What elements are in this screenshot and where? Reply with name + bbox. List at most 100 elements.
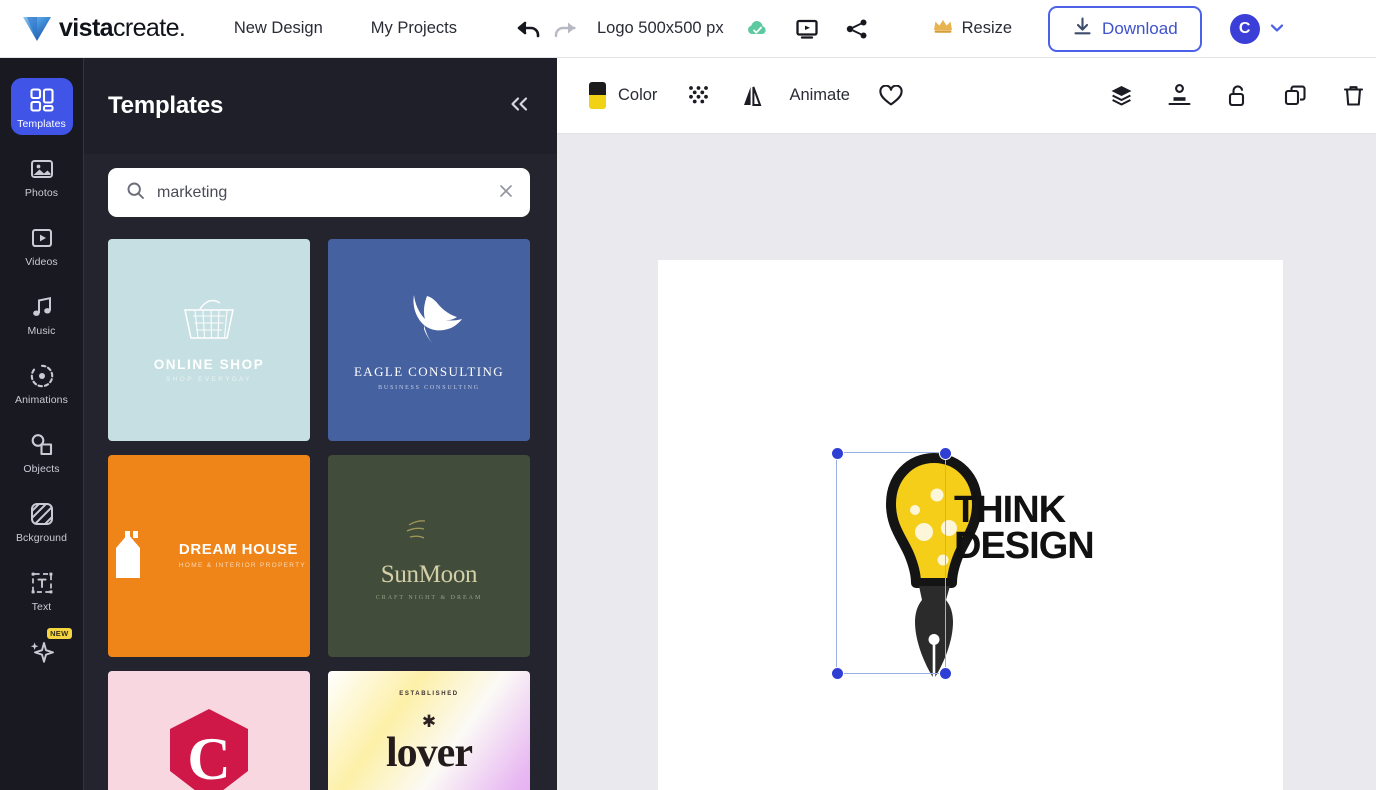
double-chevron-left-icon[interactable]: [507, 94, 531, 118]
avatar[interactable]: C: [1229, 13, 1260, 44]
search-input[interactable]: [157, 183, 486, 202]
template-subtitle: ESTABLISHED: [399, 691, 459, 697]
unlock-icon[interactable]: [1218, 77, 1256, 115]
template-card-eagle-consulting[interactable]: EAGLE CONSULTING BUSINESS CONSULTING: [328, 239, 530, 441]
new-badge: NEW: [47, 628, 72, 639]
sidebar-item-photos[interactable]: Photos: [11, 147, 73, 204]
template-title: SunMoon: [380, 561, 478, 588]
logo-text-line2: DESIGN: [954, 525, 1095, 568]
design-canvas[interactable]: THINK DESIGN: [658, 260, 1283, 790]
template-subtitle: HOME & INTERIOR PROPERTY: [178, 562, 307, 570]
sidebar-item-animations[interactable]: Animations: [11, 354, 73, 411]
brand-name: vistacreate: [59, 14, 179, 42]
cloud-saved-icon[interactable]: [740, 12, 774, 46]
top-header: vistacreate . New Design My Projects Log…: [0, 0, 1376, 58]
canvas-toolbar: Color Animate: [557, 58, 1376, 134]
animate-label[interactable]: Animate: [789, 86, 850, 105]
nav-new-design[interactable]: New Design: [234, 19, 323, 38]
sidebar-item-label: Photos: [24, 187, 59, 199]
sidebar-item-objects[interactable]: Objects: [11, 423, 73, 480]
transparency-dots-icon[interactable]: [679, 77, 717, 115]
sidebar-item-videos[interactable]: Videos: [11, 216, 73, 273]
asterisk-icon: ✱: [421, 712, 437, 731]
template-subtitle: BUSINESS CONSULTING: [378, 384, 480, 391]
background-stripes-icon: [29, 499, 55, 529]
download-icon: [1072, 16, 1093, 42]
animation-orbit-icon: [29, 361, 55, 391]
resize-label: Resize: [961, 19, 1013, 37]
text-box-icon: [29, 568, 55, 598]
panel-title: Templates: [108, 92, 224, 119]
sidebar-item-label: Templates: [17, 118, 66, 130]
house-icon: [112, 530, 168, 582]
heart-icon[interactable]: [872, 77, 910, 115]
sidebar-item-label: Music: [27, 325, 56, 337]
shapes-icon: [29, 430, 55, 460]
share-icon[interactable]: [840, 12, 874, 46]
sidebar-item-label: Animations: [15, 394, 68, 406]
templates-panel: Templates marketing ONLINE SHOP SHOP EVE…: [83, 58, 557, 790]
sidebar-item-music[interactable]: Music: [11, 285, 73, 342]
sidebar-item-background[interactable]: Bckground: [11, 492, 73, 549]
color-swatch[interactable]: [589, 82, 606, 109]
flip-horizontal-icon[interactable]: [733, 77, 771, 115]
color-label[interactable]: Color: [618, 86, 657, 105]
ai-sparkle-icon: [28, 637, 56, 667]
video-play-icon: [29, 223, 55, 253]
resize-button[interactable]: Resize: [932, 17, 1012, 40]
sidebar-item-text[interactable]: Text: [11, 561, 73, 618]
grid-squares-icon: [29, 85, 55, 115]
template-title: DREAM HOUSE: [178, 541, 299, 559]
download-button[interactable]: Download: [1048, 5, 1202, 52]
logo-text-line1: THINK: [954, 489, 1066, 531]
left-sidebar: Templates Photos Videos Music Animations…: [0, 58, 83, 790]
duplicate-icon[interactable]: [1276, 77, 1314, 115]
template-subtitle: CRAFT NIGHT & DREAM: [375, 595, 483, 601]
nav-my-projects[interactable]: My Projects: [371, 19, 457, 38]
flying-eagle-icon: [393, 290, 465, 352]
chevron-down-icon[interactable]: [1270, 20, 1284, 38]
music-note-icon: [29, 292, 55, 322]
template-card-c-shield[interactable]: C: [108, 671, 310, 790]
sidebar-item-templates[interactable]: Templates: [10, 78, 73, 135]
template-title: lover: [386, 730, 473, 776]
template-card-online-shop[interactable]: ONLINE SHOP SHOP EVERYDAY: [108, 239, 310, 441]
search-container: [84, 154, 557, 227]
svg-text:C: C: [187, 726, 230, 790]
crescent-moon-icon: [405, 511, 453, 555]
think-design-logo[interactable]: [833, 450, 1183, 686]
sidebar-item-label: Bckground: [15, 532, 68, 544]
present-icon[interactable]: [790, 12, 824, 46]
search-box[interactable]: [108, 168, 530, 217]
crown-icon: [932, 17, 954, 40]
download-label: Download: [1102, 18, 1178, 38]
undo-arrow-icon[interactable]: [513, 12, 547, 46]
search-icon: [126, 181, 145, 205]
shield-monogram-icon: C: [166, 707, 252, 790]
close-x-icon[interactable]: [498, 183, 514, 202]
logo-wordmark: THINK DESIGN: [954, 489, 1095, 568]
redo-arrow-icon[interactable]: [547, 12, 581, 46]
canvas-stage: Color Animate THINK DESIGN: [557, 58, 1376, 790]
sidebar-item-label: Videos: [25, 256, 58, 268]
trash-icon[interactable]: [1334, 77, 1372, 115]
sidebar-item-label: Objects: [23, 463, 60, 475]
template-title: ONLINE SHOP: [153, 357, 265, 372]
layers-icon[interactable]: [1102, 77, 1140, 115]
brand-dot: .: [178, 14, 186, 42]
document-title[interactable]: Logo 500x500 px: [597, 19, 724, 38]
template-card-lover-gradient[interactable]: ESTABLISHED ✱ lover: [328, 671, 530, 790]
template-card-dream-house[interactable]: DREAM HOUSE HOME & INTERIOR PROPERTY: [108, 455, 310, 657]
template-card-sun-moon[interactable]: SunMoon CRAFT NIGHT & DREAM: [328, 455, 530, 657]
sidebar-item-ai[interactable]: NEW: [11, 628, 73, 672]
template-title: EAGLE CONSULTING: [353, 363, 505, 379]
templates-grid: ONLINE SHOP SHOP EVERYDAY EAGLE CONSULTI…: [84, 227, 557, 790]
image-icon: [29, 154, 55, 184]
template-subtitle: SHOP EVERYDAY: [165, 376, 253, 383]
sidebar-item-label: Text: [31, 601, 52, 613]
shopping-basket-icon: [178, 297, 240, 343]
position-align-icon[interactable]: [1160, 77, 1198, 115]
vistacreate-triangle-logo: [22, 15, 52, 42]
brand-logo[interactable]: vistacreate .: [22, 14, 186, 43]
panel-header: Templates: [84, 58, 557, 154]
